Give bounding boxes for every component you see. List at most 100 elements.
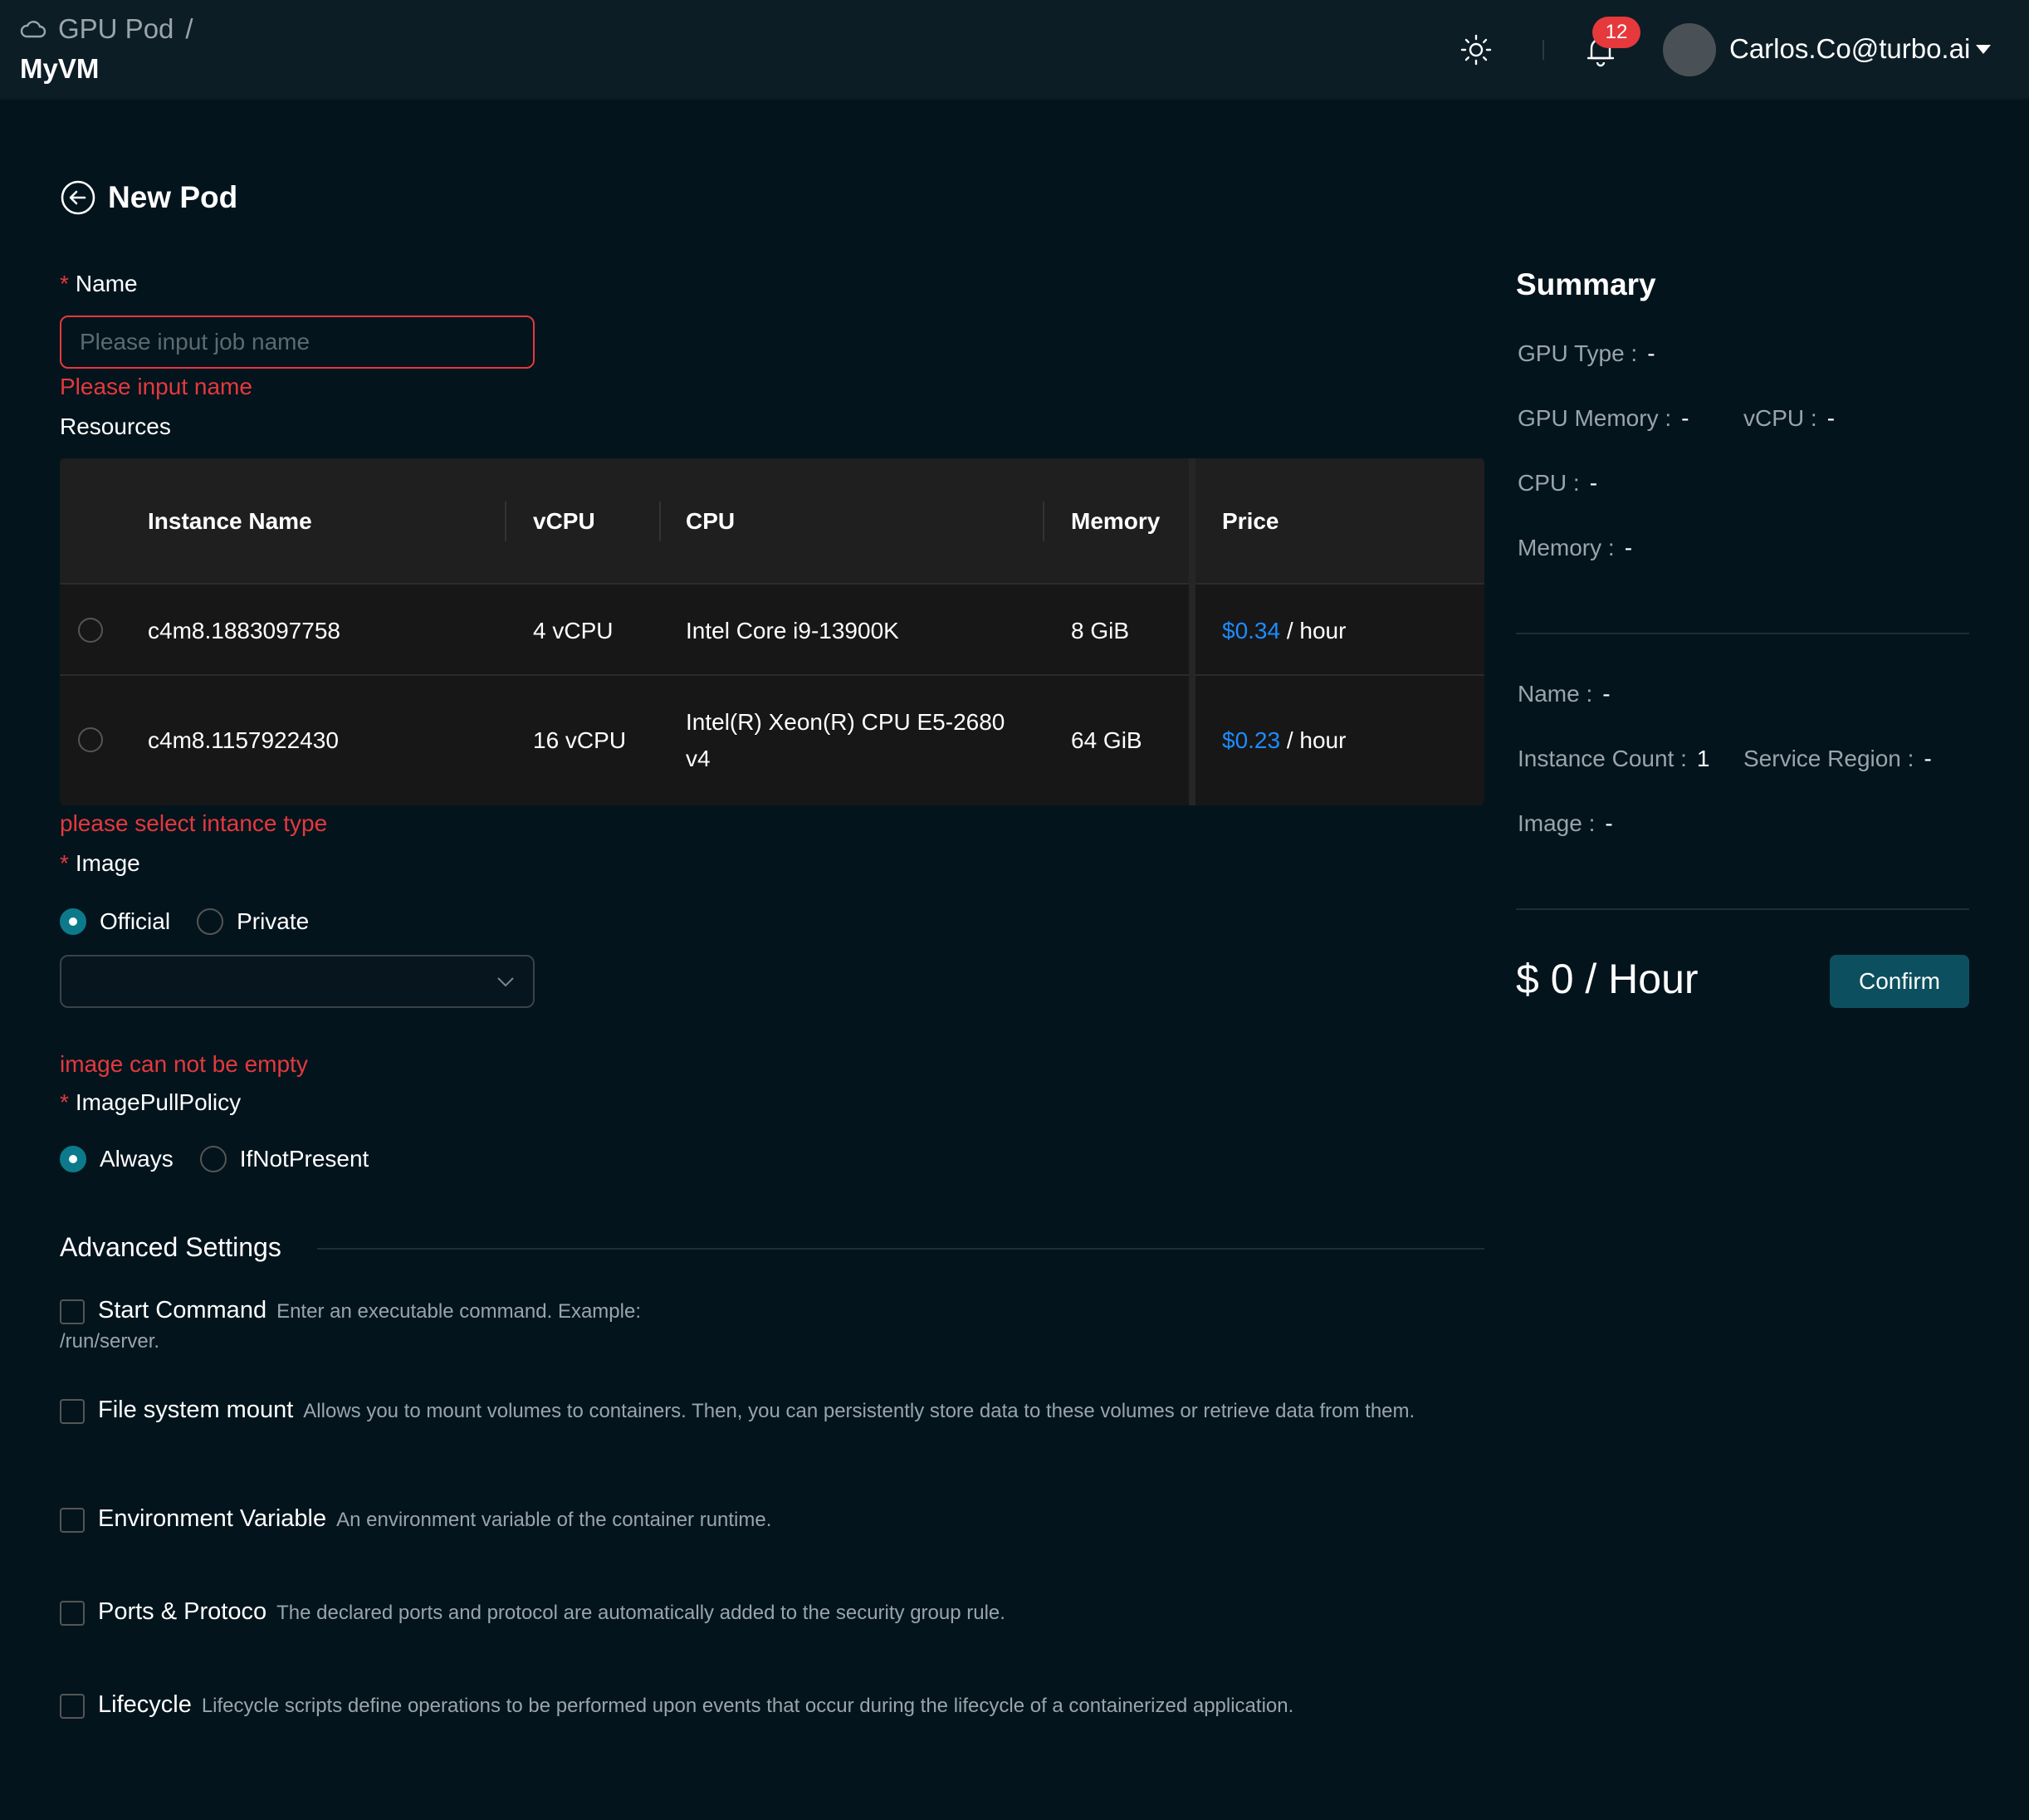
pull-policy-label: * ImagePullPolicy: [60, 1089, 242, 1115]
col-cpu: CPU: [686, 508, 736, 534]
instance-name: c4m8.1157922430: [148, 727, 339, 753]
breadcrumb-separator: /: [185, 13, 193, 44]
summary-image: Image :-: [1518, 810, 1613, 836]
header-divider: [1543, 40, 1544, 60]
file-system-mount-desc: Allows you to mount volumes to container…: [303, 1400, 1415, 1422]
caret-down-icon[interactable]: [1976, 45, 1991, 54]
sticky-column-shadow: [1189, 458, 1195, 805]
name-input[interactable]: [60, 316, 535, 369]
chevron-down-icon: [497, 977, 514, 987]
summary-name: Name :-: [1518, 681, 1611, 707]
summary-memory: Memory :-: [1518, 535, 1633, 560]
price-amount: $0.34: [1222, 618, 1281, 643]
image-source-radio-group: Official Private: [60, 908, 335, 935]
summary-gpu-type: GPU Type :-: [1518, 340, 1655, 366]
ports-protocol-checkbox[interactable]: [60, 1600, 85, 1626]
lifecycle-option: Lifecycle Lifecycle scripts define operat…: [60, 1691, 1471, 1721]
cloud-icon: [20, 21, 46, 38]
back-arrow-icon[interactable]: [60, 179, 96, 216]
image-official-label[interactable]: Official: [100, 908, 170, 935]
image-private-label[interactable]: Private: [237, 908, 309, 935]
summary-divider: [1516, 633, 1969, 634]
breadcrumb-root[interactable]: GPU Pod: [58, 13, 174, 45]
pull-ifnotpresent-label[interactable]: IfNotPresent: [240, 1146, 369, 1172]
page-title: New Pod: [108, 180, 238, 214]
summary-instance-count: Instance Count :1: [1518, 746, 1710, 771]
ports-protocol-desc: The declared ports and protocol are auto…: [276, 1602, 1005, 1624]
column-divider: [505, 501, 506, 541]
summary-gpu-memory: GPU Memory :-: [1518, 405, 1689, 431]
image-official-radio[interactable]: [60, 908, 86, 935]
advanced-settings-divider: [317, 1248, 1484, 1250]
notification-count-badge: 12: [1592, 17, 1640, 48]
cpu-value: Intel Core i9-13900K: [686, 618, 899, 643]
vcpu-value: 4 vCPU: [533, 618, 614, 643]
lifecycle-checkbox[interactable]: [60, 1693, 85, 1719]
start-command-checkbox[interactable]: [60, 1299, 85, 1324]
lifecycle-desc: Lifecycle scripts define operations to b…: [201, 1695, 1294, 1717]
pull-always-radio[interactable]: [60, 1146, 86, 1172]
pull-ifnotpresent-radio[interactable]: [199, 1146, 227, 1172]
resources-error: please select intance type: [60, 810, 328, 836]
user-email[interactable]: Carlos.Co@turbo.ai: [1729, 33, 1970, 65]
summary-divider: [1516, 908, 1969, 910]
image-error: image can not be empty: [60, 1051, 308, 1077]
env-variable-option: Environment Variable An environment varia…: [60, 1505, 1471, 1535]
memory-value: 64 GiB: [1071, 727, 1142, 753]
summary-title: Summary: [1516, 267, 1656, 301]
table-row[interactable]: c4m8.1157922430 16 vCPU Intel(R) Xeon(R)…: [60, 676, 1484, 805]
col-vcpu: vCPU: [533, 508, 595, 534]
row-select-radio[interactable]: [78, 618, 103, 643]
required-asterisk: *: [60, 1089, 69, 1115]
start-command-label[interactable]: Start Command: [98, 1297, 266, 1323]
vcpu-value: 16 vCPU: [533, 727, 627, 753]
table-row[interactable]: c4m8.1883097758 4 vCPU Intel Core i9-139…: [60, 585, 1484, 676]
price-value: $0.23 / hour: [1222, 727, 1346, 754]
instance-table: Instance Name vCPU CPU Memory Price c4m8…: [60, 458, 1484, 805]
table-header: Instance Name vCPU CPU Memory Price: [60, 458, 1484, 585]
image-select[interactable]: [60, 955, 535, 1008]
pull-policy-radio-group: Always IfNotPresent: [60, 1146, 395, 1172]
image-private-radio[interactable]: [197, 908, 224, 935]
file-system-mount-label[interactable]: File system mount: [98, 1397, 293, 1423]
summary-cpu: CPU :-: [1518, 470, 1598, 496]
pull-always-label[interactable]: Always: [100, 1146, 174, 1172]
required-asterisk: *: [60, 271, 69, 296]
advanced-settings-title: Advanced Settings: [60, 1232, 281, 1262]
ports-protocol-option: Ports & Protoco The declared ports and pr…: [60, 1598, 1471, 1628]
page-header: New Pod: [60, 179, 237, 216]
row-select-radio[interactable]: [78, 727, 103, 752]
required-asterisk: *: [60, 850, 69, 876]
env-variable-checkbox[interactable]: [60, 1507, 85, 1533]
price-amount: $0.23: [1222, 727, 1281, 753]
file-system-mount-checkbox[interactable]: [60, 1398, 85, 1424]
summary-vcpu: vCPU :-: [1743, 405, 1836, 431]
memory-value: 8 GiB: [1071, 618, 1130, 643]
top-bar: GPU Pod / MyVM 12 Carlos.Co@turbo.ai: [0, 0, 2029, 100]
col-memory: Memory: [1071, 508, 1161, 534]
price-unit: / hour: [1280, 727, 1347, 753]
total-price: $ 0 / Hour: [1516, 956, 1699, 1002]
name-label: * Name: [60, 271, 138, 296]
cpu-value-cont: v4: [686, 746, 711, 771]
col-price: Price: [1222, 508, 1279, 534]
theme-toggle-sun-icon[interactable]: [1459, 33, 1493, 66]
resources-label: Resources: [60, 413, 171, 439]
cpu-value: Intel(R) Xeon(R) CPU E5-2680: [686, 709, 1005, 735]
env-variable-desc: An environment variable of the container…: [336, 1509, 772, 1531]
instance-name: c4m8.1883097758: [148, 618, 340, 643]
image-label: * Image: [60, 850, 140, 876]
col-instance-name: Instance Name: [148, 508, 312, 534]
file-system-mount-option: File system mount Allows you to mount vol…: [60, 1397, 1471, 1426]
avatar[interactable]: [1663, 23, 1716, 76]
price-value: $0.34 / hour: [1222, 618, 1346, 644]
name-error: Please input name: [60, 374, 252, 399]
ports-protocol-label[interactable]: Ports & Protoco: [98, 1598, 266, 1625]
summary-service-region: Service Region :-: [1743, 746, 1932, 771]
breadcrumb-current: MyVM: [20, 53, 100, 84]
confirm-button[interactable]: Confirm: [1830, 955, 1969, 1008]
column-divider: [1043, 501, 1044, 541]
price-unit: / hour: [1280, 618, 1347, 643]
lifecycle-label[interactable]: Lifecycle: [98, 1691, 192, 1718]
env-variable-label[interactable]: Environment Variable: [98, 1505, 326, 1532]
